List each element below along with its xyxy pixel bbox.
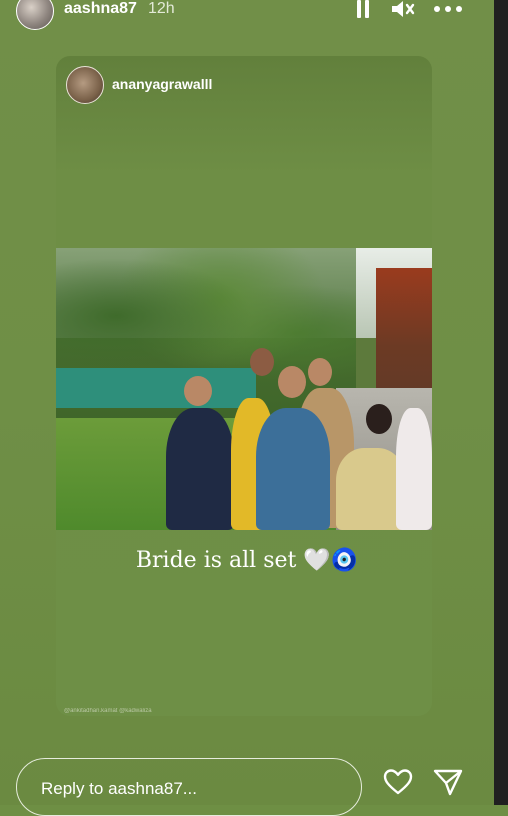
story-timestamp: 12h <box>148 0 175 17</box>
repost-avatar[interactable] <box>66 66 104 104</box>
mute-icon[interactable] <box>390 0 416 20</box>
scrollbar-track <box>494 0 508 805</box>
photo-credit: @ankitadhan.kamat @kadwaliza <box>64 708 152 714</box>
reply-placeholder: Reply to aashna87... <box>41 779 197 798</box>
pause-icon[interactable] <box>352 0 374 20</box>
story-caption: Bride is all set 🤍🧿 <box>135 548 359 573</box>
repost-username[interactable]: ananyagrawalll <box>112 76 212 92</box>
story-photo <box>56 248 432 530</box>
send-icon[interactable] <box>432 766 464 798</box>
reply-input[interactable]: Reply to aashna87... <box>16 758 362 816</box>
more-options-icon[interactable] <box>432 0 464 20</box>
heart-icon[interactable] <box>382 766 414 798</box>
story-username[interactable]: aashna87 <box>64 0 137 18</box>
story-header: aashna87 12h <box>0 0 494 30</box>
